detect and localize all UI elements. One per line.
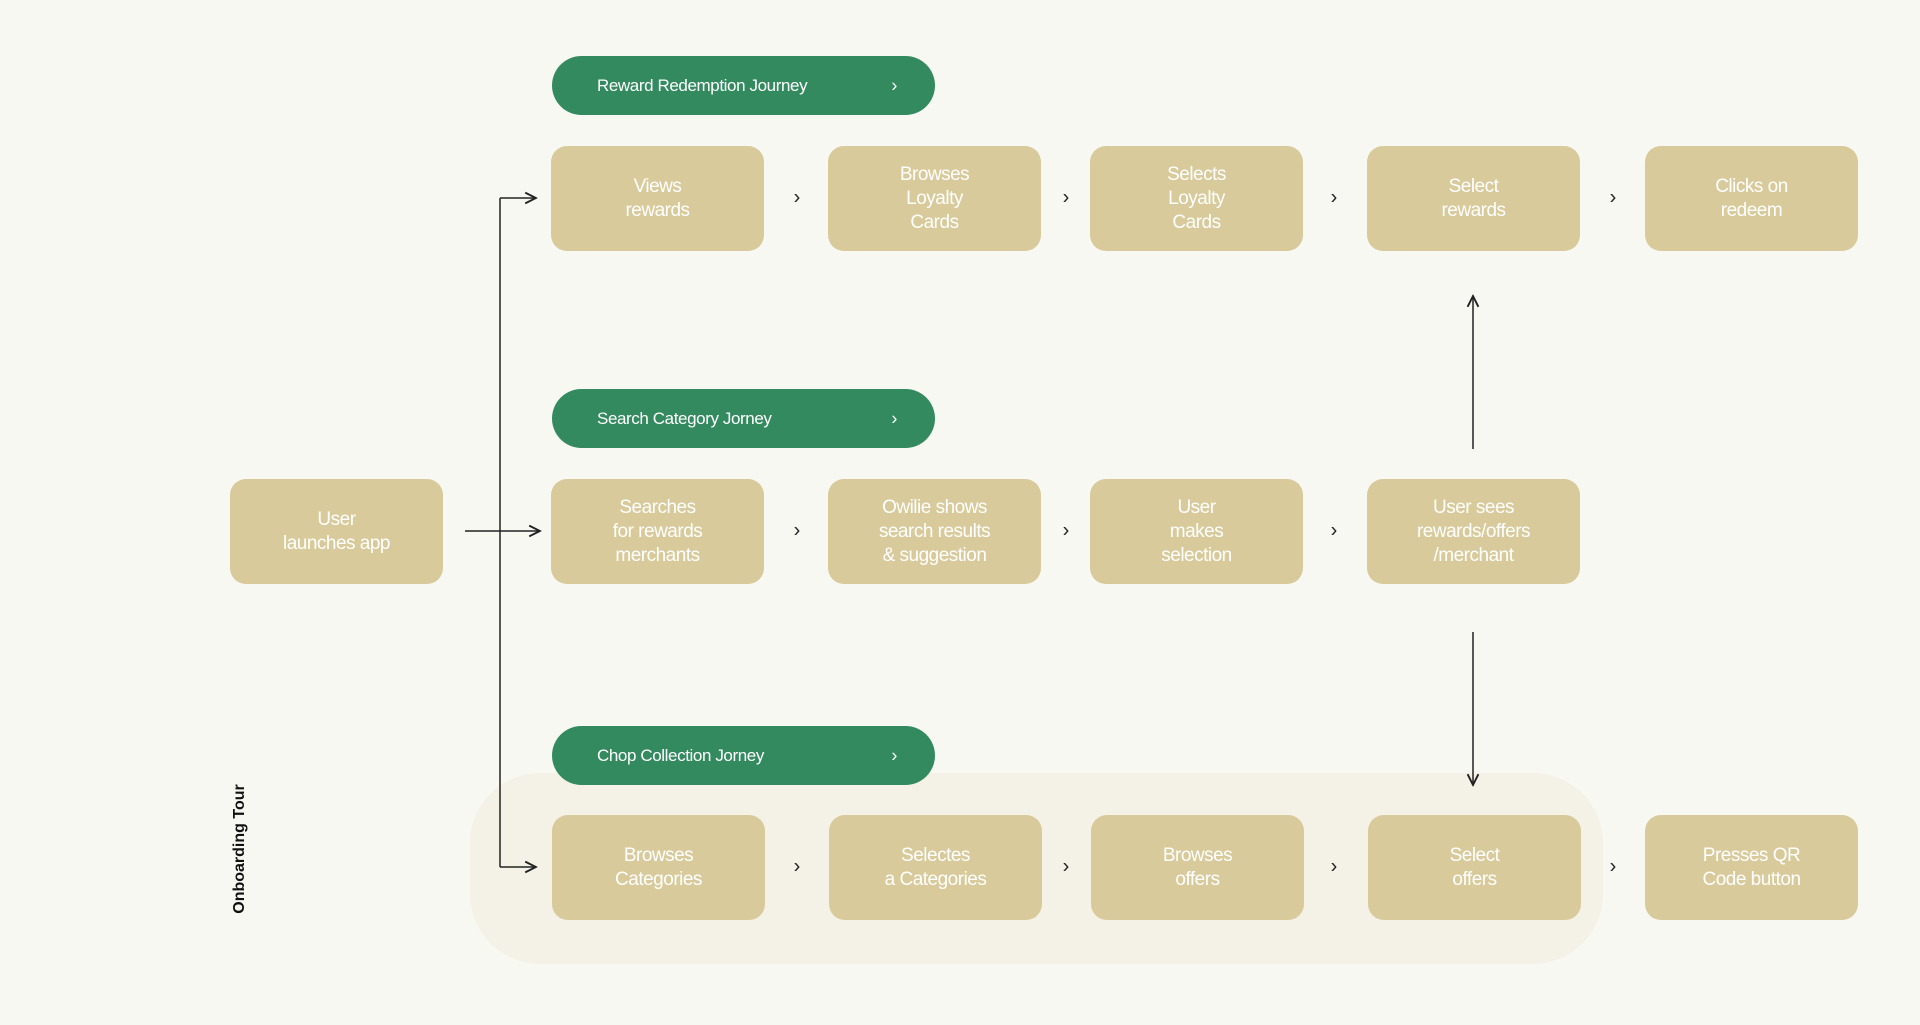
chevron-right-icon: ›: [793, 186, 801, 209]
step-box[interactable]: Owilie shows search results & suggestion: [828, 479, 1041, 584]
journey-title: Search Category Jorney: [597, 408, 772, 428]
chevron-right-icon: ›: [793, 855, 801, 878]
chevron-right-icon: ›: [1062, 186, 1070, 209]
step-box[interactable]: Select rewards: [1367, 146, 1580, 251]
chevron-right-icon: ›: [1609, 186, 1617, 209]
chevron-right-icon: ›: [793, 519, 801, 542]
onboarding-tour-label: Onboarding Tour: [231, 784, 248, 914]
journey-title: Chop Collection Jorney: [597, 745, 764, 765]
step-box[interactable]: Browses Categories: [552, 815, 765, 920]
step-user-launches-app[interactable]: User launches app: [230, 479, 443, 584]
journey-title: Reward Redemption Journey: [597, 75, 808, 95]
chevron-right-icon: ›: [891, 745, 897, 765]
journey-pill-search-category[interactable]: Search Category Jorney ›: [552, 389, 935, 448]
step-box[interactable]: Select offers: [1368, 815, 1581, 920]
step-box[interactable]: User sees rewards/offers /merchant: [1367, 479, 1580, 584]
journey-pill-reward-redemption[interactable]: Reward Redemption Journey ›: [552, 56, 935, 115]
chevron-right-icon: ›: [1062, 519, 1070, 542]
step-box[interactable]: Browses offers: [1091, 815, 1304, 920]
chevron-right-icon: ›: [891, 408, 897, 428]
step-box[interactable]: Selectes a Categories: [829, 815, 1042, 920]
step-box[interactable]: Selects Loyalty Cards: [1090, 146, 1303, 251]
step-box[interactable]: Browses Loyalty Cards: [828, 146, 1041, 251]
chevron-right-icon: ›: [1330, 519, 1338, 542]
journey-pill-chop-collection[interactable]: Chop Collection Jorney ›: [552, 726, 935, 785]
step-box[interactable]: User makes selection: [1090, 479, 1303, 584]
step-box[interactable]: Presses QR Code button: [1645, 815, 1858, 920]
step-box[interactable]: Searches for rewards merchants: [551, 479, 764, 584]
step-box[interactable]: Views rewards: [551, 146, 764, 251]
chevron-right-icon: ›: [1330, 186, 1338, 209]
step-box[interactable]: Clicks on redeem: [1645, 146, 1858, 251]
chevron-right-icon: ›: [891, 75, 897, 95]
chevron-right-icon: ›: [1609, 855, 1617, 878]
chevron-right-icon: ›: [1330, 855, 1338, 878]
chevron-right-icon: ›: [1062, 855, 1070, 878]
